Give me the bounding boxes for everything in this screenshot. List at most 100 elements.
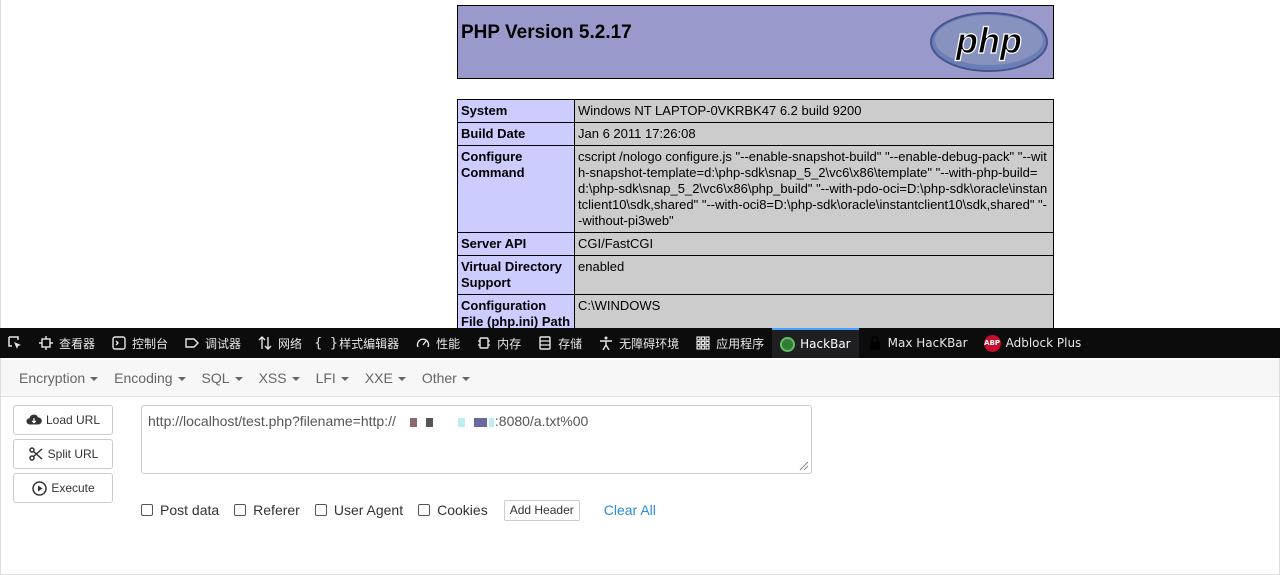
tab-console[interactable]: 控制台: [103, 328, 176, 358]
caret-down-icon: [397, 377, 406, 381]
menu-sql[interactable]: SQL: [194, 370, 251, 386]
url-text-suffix: :8080/a.txt%00: [494, 413, 589, 429]
resize-grip-icon[interactable]: [797, 459, 809, 471]
tab-label: HackBar: [800, 337, 851, 351]
post-data-option[interactable]: Post data: [141, 502, 219, 518]
tab-style-editor[interactable]: { } 样式编辑器: [310, 328, 407, 358]
referer-checkbox[interactable]: [234, 504, 247, 516]
caret-down-icon: [90, 377, 99, 381]
adblock-icon: ABP: [983, 334, 1001, 352]
menu-label: XXE: [364, 370, 393, 386]
tab-application[interactable]: 应用程序: [687, 328, 772, 358]
option-label: User Agent: [333, 502, 404, 518]
hackbar-options: Post data Referer User Agent Cookies Add…: [141, 499, 656, 521]
info-value: C:\WINDOWS: [574, 294, 1054, 328]
page-content: PHP Version 5.2.17 php System Windows NT …: [0, 0, 1280, 328]
user-agent-checkbox[interactable]: [314, 504, 327, 516]
caret-down-icon: [461, 377, 470, 381]
caret-down-icon: [177, 377, 186, 381]
memory-icon: [476, 335, 492, 351]
info-value: enabled: [574, 255, 1054, 295]
option-label: Post data: [160, 502, 220, 518]
element-picker-button[interactable]: [0, 328, 30, 358]
tab-label: 存储: [558, 336, 583, 351]
devtools-toolbar: 查看器 控制台 调试器 网络 { } 样式编辑器 性能 内存 存储 无障碍环境 …: [0, 328, 1280, 358]
menu-encryption[interactable]: Encryption: [11, 370, 106, 386]
info-key: Build Date: [457, 122, 575, 146]
style-editor-icon: { }: [314, 335, 338, 351]
info-row: Virtual Directory Support enabled: [457, 255, 1054, 295]
php-logo-text: php: [955, 20, 1022, 61]
info-value: CGI/FastCGI: [574, 232, 1054, 256]
option-label: Referer: [253, 502, 300, 518]
execute-button[interactable]: Execute: [13, 473, 113, 503]
redacted-mark: [488, 417, 494, 427]
clear-all-link[interactable]: Clear All: [604, 502, 656, 518]
element-picker-icon: [8, 336, 21, 349]
php-logo: php: [930, 12, 1048, 72]
menu-label: Encoding: [114, 370, 173, 386]
referer-option[interactable]: Referer: [234, 502, 300, 518]
menu-xxe[interactable]: XXE: [357, 370, 414, 386]
split-url-button[interactable]: Split URL: [13, 439, 113, 469]
menu-label: Other: [421, 370, 457, 386]
tab-performance[interactable]: 性能: [407, 328, 468, 358]
info-row: Server API CGI/FastCGI: [457, 232, 1054, 256]
menu-encoding[interactable]: Encoding: [106, 370, 193, 386]
hackbar-menu: Encryption Encoding SQL XSS LFI XXE Othe…: [1, 360, 1279, 397]
lock-icon: [867, 335, 883, 351]
tab-accessibility[interactable]: 无障碍环境: [590, 328, 687, 358]
application-icon: [695, 335, 711, 351]
tab-label: Adblock Plus: [1005, 336, 1082, 350]
menu-label: XSS: [258, 370, 287, 386]
info-row: Configuration File (php.ini) Path C:\WIND…: [457, 294, 1054, 328]
tab-debugger[interactable]: 调试器: [176, 328, 249, 358]
menu-xss[interactable]: XSS: [251, 370, 308, 386]
button-label: Split URL: [47, 447, 99, 461]
php-version-title: PHP Version 5.2.17: [461, 22, 632, 43]
redacted-mark: [473, 417, 487, 427]
menu-label: Encryption: [19, 370, 86, 386]
tab-memory[interactable]: 内存: [468, 328, 529, 358]
post-data-checkbox[interactable]: [141, 504, 153, 516]
tab-label: 网络: [278, 336, 303, 351]
info-row: System Windows NT LAPTOP-0VKRBK47 6.2 bui…: [457, 99, 1054, 123]
load-url-button[interactable]: Load URL: [13, 405, 113, 435]
php-info-table: System Windows NT LAPTOP-0VKRBK47 6.2 bui…: [457, 99, 1054, 328]
info-key: Virtual Directory Support: [457, 255, 575, 295]
tab-label: 样式编辑器: [339, 336, 400, 351]
network-icon: [257, 335, 273, 351]
tab-label: 控制台: [132, 336, 169, 351]
info-key: Configuration File (php.ini) Path: [457, 294, 575, 328]
menu-lfi[interactable]: LFI: [308, 370, 357, 386]
redacted-mark: [425, 417, 433, 427]
tab-network[interactable]: 网络: [249, 328, 310, 358]
info-row: Build Date Jan 6 2011 17:26:08: [457, 122, 1054, 146]
tab-inspector[interactable]: 查看器: [30, 328, 103, 358]
menu-label: SQL: [201, 370, 230, 386]
info-key: System: [457, 99, 575, 123]
user-agent-option[interactable]: User Agent: [314, 502, 404, 518]
cookies-checkbox[interactable]: [418, 504, 431, 516]
tab-storage[interactable]: 存储: [529, 328, 590, 358]
url-input[interactable]: http://localhost/test.php?filename=http:…: [141, 405, 812, 474]
cloud-download-icon: [26, 412, 42, 428]
performance-icon: [415, 335, 431, 351]
tab-max-hackbar[interactable]: Max HacKBar: [859, 328, 976, 358]
info-value: cscript /nologo configure.js "--enable-s…: [574, 145, 1054, 233]
tab-label: 性能: [436, 336, 461, 351]
url-text-prefix: http://localhost/test.php?filename=http:…: [148, 413, 396, 429]
tab-label: 调试器: [205, 336, 242, 351]
scissors-icon: [28, 446, 44, 462]
tab-adblock-plus[interactable]: ABP Adblock Plus: [976, 328, 1090, 358]
option-label: Cookies: [437, 502, 488, 518]
info-value: Windows NT LAPTOP-0VKRBK47 6.2 build 920…: [574, 99, 1054, 123]
tab-label: 查看器: [59, 336, 96, 351]
add-header-button[interactable]: Add Header: [503, 499, 580, 521]
tab-hackbar[interactable]: HackBar: [772, 328, 859, 358]
hackbar-panel: Encryption Encoding SQL XSS LFI XXE Othe…: [0, 358, 1280, 575]
cookies-option[interactable]: Cookies: [418, 502, 488, 518]
menu-other[interactable]: Other: [414, 370, 478, 386]
info-row: Configure Command cscript /nologo configu…: [457, 145, 1054, 233]
accessibility-icon: [598, 335, 614, 351]
